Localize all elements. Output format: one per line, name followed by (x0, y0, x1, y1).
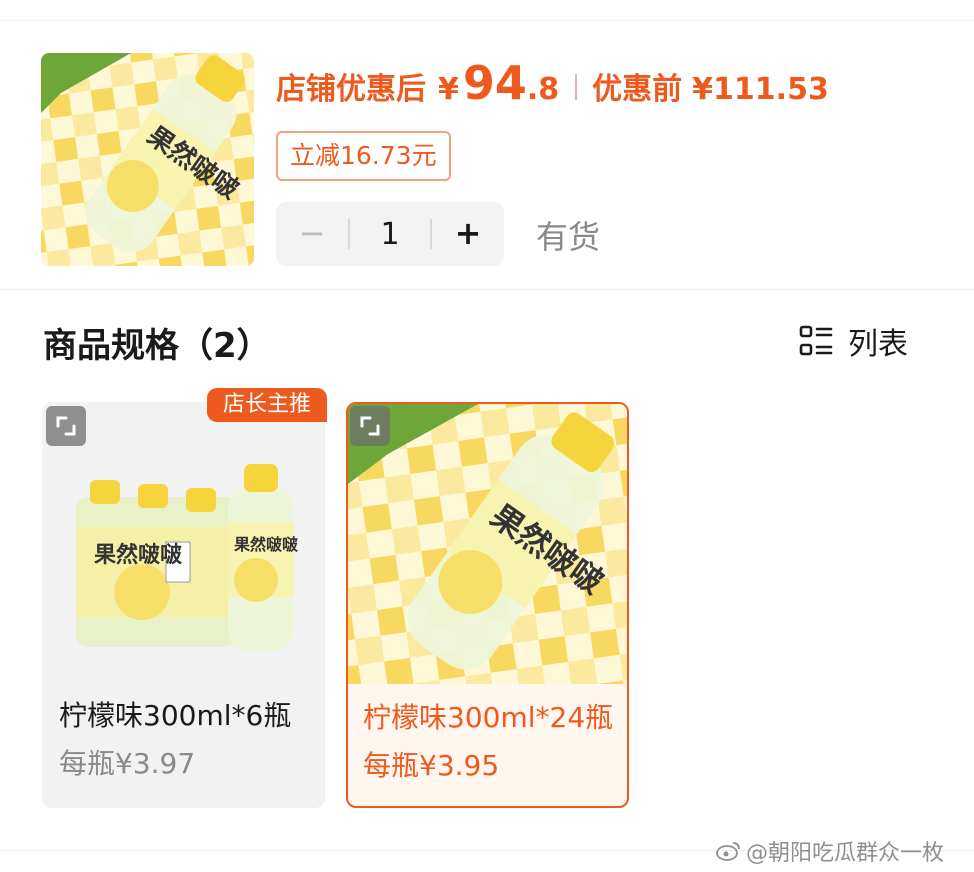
lemon-soda-bottle-picnic-image: 果然啵啵 (41, 53, 254, 266)
lemon-soda-bottle-picnic-image: 果然啵啵 (348, 404, 627, 684)
spec-option-image: 果然啵啵 (348, 404, 627, 684)
bottle-brand-text: 果然啵啵 (94, 542, 183, 568)
spec-section-title: 商品规格（2） (43, 326, 271, 366)
price-before-value: ¥111.53 (692, 72, 829, 107)
currency-symbol: ¥ (438, 72, 459, 107)
spec-option-unit-price: 每瓶¥3.95 (363, 749, 500, 782)
spec-option-label: 柠檬味300ml*24瓶每瓶¥3.95 (363, 694, 618, 790)
list-view-label: 列表 (848, 327, 908, 362)
spec-option-name: 柠檬味300ml*6瓶 (59, 699, 292, 732)
top-divider (0, 20, 974, 21)
bottle-brand-text: 果然啵啵 (233, 535, 299, 554)
spec-option-label: 柠檬味300ml*6瓶每瓶¥3.97 (59, 692, 314, 788)
list-view-toggle[interactable]: 列表 (798, 319, 908, 363)
price-after-label: 店铺优惠后 (276, 72, 426, 107)
watermark: @朝阳吃瓜群众一枚 (716, 835, 944, 867)
decrease-button[interactable]: − (276, 202, 348, 266)
price-row: 店铺优惠后 ¥ 94 .8 优惠前 ¥111.53 (276, 56, 829, 118)
expand-icon (56, 416, 76, 436)
expand-image-button[interactable] (350, 406, 390, 446)
recommended-badge: 店长主推 (207, 388, 327, 422)
list-view-icon (799, 325, 833, 356)
price-integer: 94 (462, 56, 527, 110)
watermark-text: @朝阳吃瓜群众一枚 (746, 841, 945, 866)
expand-icon (360, 416, 380, 436)
stock-status: 有货 (536, 218, 601, 256)
spec-option-card[interactable]: 果然啵啵 果然啵啵 柠檬味300ml*6瓶每瓶¥3.97 (42, 402, 325, 808)
expand-image-button[interactable] (46, 406, 86, 446)
price-before-label: 优惠前 (592, 72, 683, 107)
section-divider (0, 289, 974, 290)
spec-option-card-selected[interactable]: 果然啵啵 柠檬味300ml*24瓶每瓶¥3.95 (346, 402, 629, 808)
product-thumbnail[interactable]: 果然啵啵 (41, 53, 254, 266)
increase-button[interactable]: + (432, 202, 504, 266)
weibo-icon (716, 842, 740, 861)
quantity-value[interactable]: 1 (350, 217, 430, 252)
quantity-stepper: − 1 + (276, 202, 504, 266)
price-decimal: .8 (526, 72, 560, 107)
spec-option-name: 柠檬味300ml*24瓶 (363, 701, 614, 734)
discount-tag: 立减16.73元 (276, 131, 451, 181)
price-separator (575, 74, 578, 100)
spec-option-unit-price: 每瓶¥3.97 (59, 747, 196, 780)
